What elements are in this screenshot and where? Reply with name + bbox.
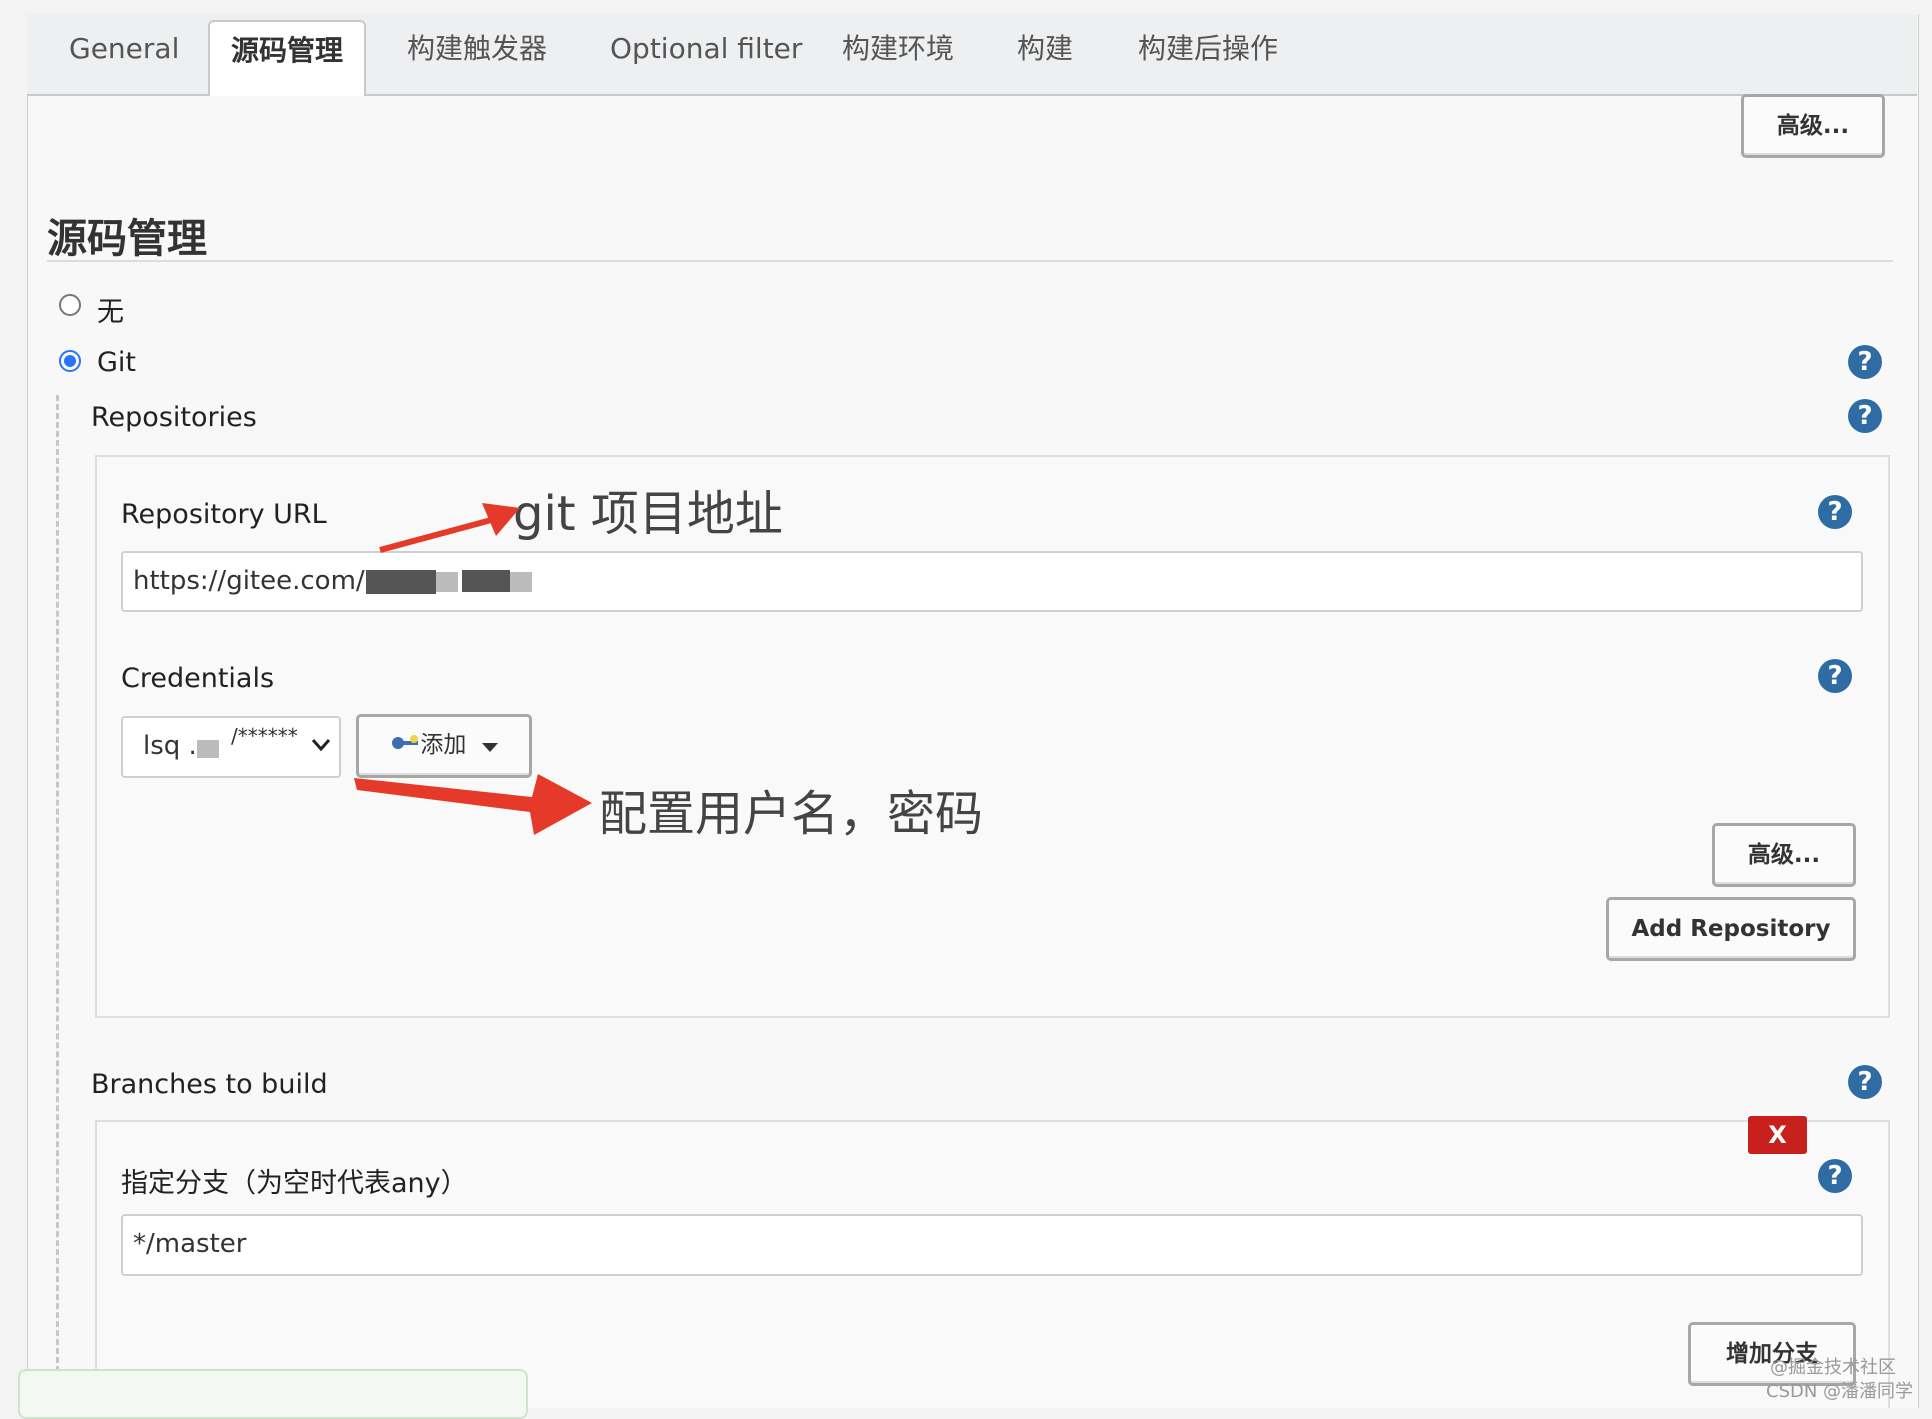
branches-title: Branches to build bbox=[91, 1069, 328, 1100]
url-arrow bbox=[379, 503, 520, 553]
branches-help-icon[interactable]: ? bbox=[1848, 1065, 1882, 1099]
branch-spec-label: 指定分支（为空时代表any） bbox=[121, 1168, 468, 1199]
watermark-juejin: @掘金技术社区 bbox=[1770, 1357, 1896, 1378]
branch-spec-input[interactable]: */master bbox=[121, 1214, 1863, 1276]
branch-spec-help-icon[interactable]: ? bbox=[1818, 1159, 1852, 1193]
credentials-arrow bbox=[354, 774, 592, 835]
branch-spec-value: */master bbox=[133, 1229, 247, 1259]
bottom-floating-bar bbox=[18, 1369, 528, 1419]
delete-branch-button[interactable]: X bbox=[1748, 1116, 1807, 1154]
watermark-csdn: CSDN @潘潘同学 bbox=[1766, 1381, 1914, 1402]
